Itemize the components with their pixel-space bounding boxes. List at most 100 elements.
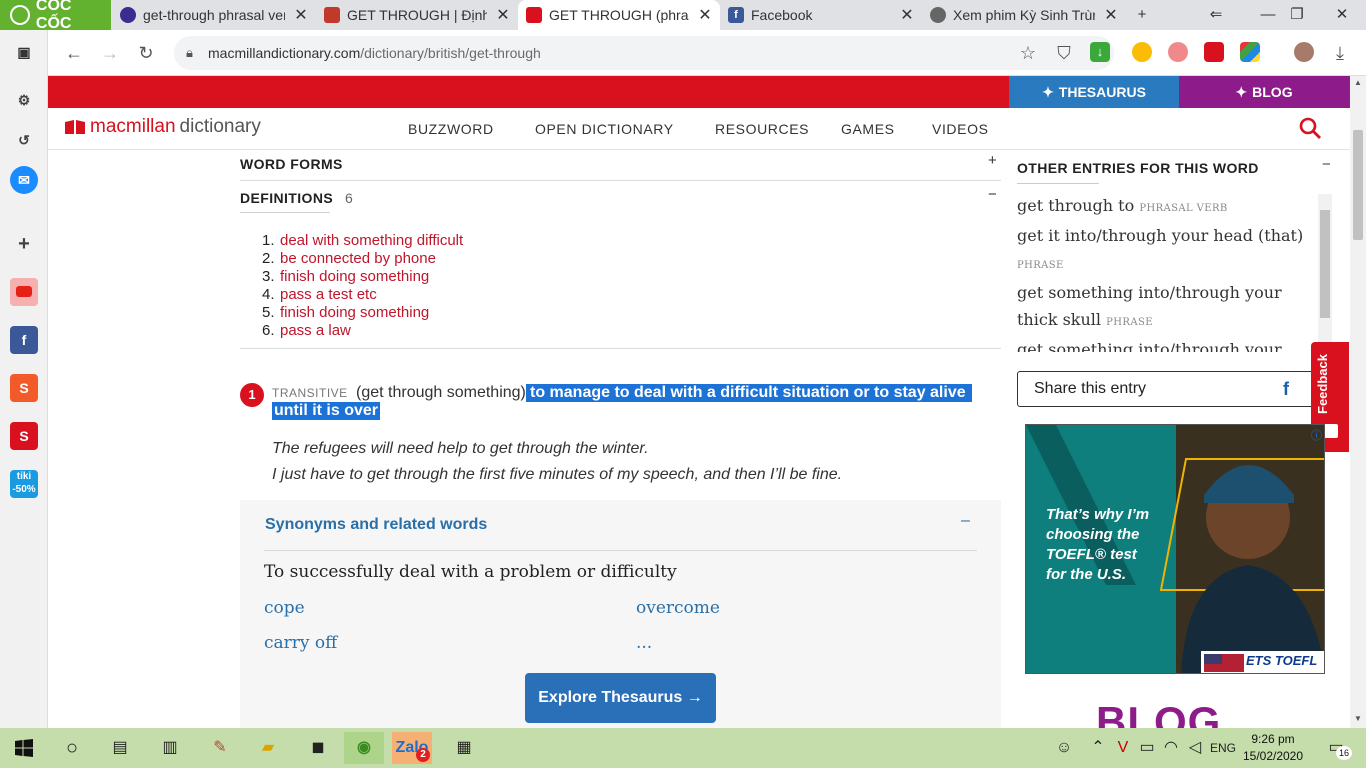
cortana-search-icon[interactable]: ○ (52, 732, 92, 764)
sticky-notes-icon[interactable]: ◼ (298, 732, 338, 764)
coccoc-taskbar-icon[interactable]: ◉ (344, 732, 384, 764)
history-icon[interactable]: ↺ (10, 126, 38, 154)
shopee-icon[interactable]: S (10, 374, 38, 402)
facebook-share-icon[interactable]: f (1283, 372, 1289, 406)
page-scrollbar[interactable]: ▲ ▼ (1350, 76, 1366, 728)
synonyms-heading[interactable]: Synonyms and related words (265, 516, 487, 534)
nav-resources[interactable]: RESOURCES (715, 121, 809, 137)
definition-link[interactable]: 3. finish doing something (262, 268, 463, 286)
language-indicator[interactable]: ENG (1206, 732, 1240, 764)
synonym-link[interactable]: cope (264, 598, 305, 618)
download-extension-icon[interactable]: ↓ (1090, 42, 1110, 62)
facebook-icon[interactable]: f (10, 326, 38, 354)
explore-thesaurus-button[interactable]: Explore Thesaurus → (525, 673, 716, 723)
close-tab-icon[interactable]: ✕ (292, 5, 310, 25)
scroll-down-icon[interactable]: ▼ (1354, 714, 1362, 723)
synonym-link[interactable]: carry off (264, 633, 337, 653)
colorful-extension-icon[interactable] (1240, 42, 1260, 62)
tiki-icon[interactable]: tiki -50% (10, 470, 38, 498)
scroll-up-icon[interactable]: ▲ (1354, 78, 1362, 87)
new-tab-button[interactable]: + (1122, 0, 1162, 30)
tab-1[interactable]: get-through phrasal ver ✕ (112, 0, 316, 30)
page-scrollbar-thumb[interactable] (1353, 130, 1363, 240)
definition-link[interactable]: 2. be connected by phone (262, 250, 463, 268)
search-icon[interactable] (1298, 116, 1322, 140)
word-forms-heading[interactable]: WORD FORMS (240, 156, 343, 172)
nav-games[interactable]: GAMES (841, 121, 895, 137)
wifi-icon[interactable]: ◠ (1160, 732, 1182, 764)
red-extension-icon[interactable] (1204, 42, 1224, 62)
other-entry-link[interactable]: get something into/through your thick sk… (1017, 279, 1311, 336)
nav-videos[interactable]: VIDEOS (932, 121, 989, 137)
other-entry-link[interactable]: get it into/through your head (that) PHRA… (1017, 222, 1311, 279)
volume-icon[interactable]: ◁ (1184, 732, 1206, 764)
other-entries-collapse-button[interactable]: − (1322, 156, 1331, 173)
people-icon[interactable]: ☺ (1050, 732, 1078, 764)
settings-gear-icon[interactable]: ⚙ (10, 86, 38, 114)
blog-heading[interactable]: BLOG (1096, 698, 1221, 728)
battery-icon[interactable]: ▭ (1136, 732, 1158, 764)
word-forms-expand-button[interactable]: + (988, 152, 997, 169)
back-arrow-icon[interactable]: ← (60, 39, 88, 67)
sendo-icon[interactable]: S (10, 422, 38, 450)
taskbar-app-icon[interactable]: ▦ (444, 732, 484, 764)
synonym-link[interactable]: overcome (636, 598, 720, 618)
synonyms-collapse-button[interactable]: – (961, 512, 970, 530)
bookmark-star-icon[interactable]: ☆ (1014, 39, 1042, 67)
toefl-ad[interactable]: ⓘ That’s why I’m choosing the TOEFL® tes… (1025, 424, 1325, 674)
close-tab-icon[interactable]: ✕ (494, 5, 512, 25)
action-center-icon[interactable]: ▭ 16 (1316, 732, 1356, 764)
blog-link[interactable]: ✦ BLOG (1179, 76, 1349, 108)
tab-4[interactable]: f Facebook ✕ (720, 0, 922, 30)
nav-buzzword[interactable]: BUZZWORD (408, 121, 494, 137)
definition-link[interactable]: 4. pass a test etc (262, 286, 463, 304)
definition-number: 4. (262, 286, 275, 303)
definitions-heading[interactable]: DEFINITIONS (240, 190, 333, 206)
tab-search-icon[interactable]: ⇐ (1196, 0, 1236, 30)
messenger-icon[interactable]: ✉ (10, 166, 38, 194)
adblock-extension-icon[interactable] (1168, 42, 1188, 62)
coccoc-menu-button[interactable]: CỐC CỐC (0, 0, 111, 32)
close-window-button[interactable]: ✕ (1322, 0, 1362, 30)
tab-2[interactable]: GET THROUGH | Định n ✕ (316, 0, 518, 30)
close-tab-icon[interactable]: ✕ (696, 5, 714, 25)
tab-favicon-icon (930, 7, 946, 23)
download-icon[interactable]: ⤓ (1326, 39, 1354, 67)
definition-link[interactable]: 6. pass a law (262, 322, 463, 340)
profile-avatar[interactable] (1294, 42, 1314, 62)
tab-5[interactable]: Xem phim Kỳ Sinh Trùn ✕ (922, 0, 1126, 30)
system-clock[interactable]: 9:26 pm 15/02/2020 (1240, 731, 1306, 765)
sidebar-toggle-icon[interactable]: ▣ (10, 38, 38, 66)
tab-3-active[interactable]: GET THROUGH (phrasal ✕ (518, 0, 720, 30)
other-entries-scrollbar[interactable] (1318, 194, 1332, 352)
other-entry-link[interactable]: get something into/through your (1017, 336, 1311, 352)
site-logo[interactable]: macmillan dictionary (64, 116, 261, 138)
paint-app-icon[interactable]: ✎ (200, 732, 240, 764)
unikey-icon[interactable]: V (1112, 732, 1134, 764)
thesaurus-link[interactable]: ✦ THESAURUS (1009, 76, 1179, 108)
youtube-icon[interactable] (10, 278, 38, 306)
reload-icon[interactable]: ↻ (132, 39, 160, 67)
close-tab-icon[interactable]: ✕ (1102, 5, 1120, 25)
definitions-collapse-button[interactable]: − (988, 186, 997, 203)
definition-link[interactable]: 1. deal with something difficult (262, 232, 463, 250)
definition-link[interactable]: 5. finish doing something (262, 304, 463, 322)
restore-button[interactable]: ❐ (1277, 0, 1317, 30)
nav-open-dictionary[interactable]: OPEN DICTIONARY (535, 121, 674, 137)
file-explorer-icon[interactable]: ▰ (248, 732, 288, 764)
chrome-extension-icon[interactable] (1132, 42, 1152, 62)
forward-arrow-icon[interactable]: → (96, 39, 124, 67)
address-bar[interactable]: 🔒︎ macmillandictionary.com/dictionary/br… (174, 36, 1114, 70)
other-entry-link[interactable]: get through to PHRASAL VERB (1017, 192, 1311, 222)
windows-start-icon[interactable] (4, 732, 44, 764)
close-tab-icon[interactable]: ✕ (898, 5, 916, 25)
show-hidden-icons[interactable]: ⌃ (1086, 732, 1110, 764)
synonym-more-link[interactable]: ... (636, 633, 652, 653)
entry-text: get through to (1017, 196, 1135, 215)
taskbar-app-icon[interactable]: ▥ (150, 732, 190, 764)
zalo-taskbar-icon[interactable]: Zalo 2 (392, 732, 432, 764)
task-view-icon[interactable]: ▤ (100, 732, 140, 764)
add-panel-icon[interactable]: + (10, 230, 38, 258)
scrollbar-thumb[interactable] (1320, 210, 1330, 318)
shield-icon[interactable]: ⛉ (1050, 39, 1078, 67)
